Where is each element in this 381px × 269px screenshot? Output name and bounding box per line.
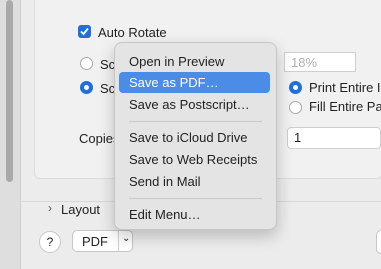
checkmark-icon xyxy=(80,27,89,36)
auto-rotate-checkbox[interactable] xyxy=(78,25,91,38)
menu-item-send-in-mail[interactable]: Send in Mail xyxy=(119,171,270,192)
chevron-down-icon[interactable]: ⌄ xyxy=(122,233,130,244)
fill-entire-radio[interactable] xyxy=(289,101,302,114)
menu-item-save-as-pdf[interactable]: Save as PDF… xyxy=(119,72,270,93)
menu-item-open-in-preview[interactable]: Open in Preview xyxy=(119,51,270,72)
pdf-button-label: PDF xyxy=(82,234,108,249)
scale-percent-field[interactable]: 18% xyxy=(284,52,356,72)
menu-item-save-as-postscript[interactable]: Save as Postscript… xyxy=(119,94,270,115)
menu-divider xyxy=(129,198,262,199)
fill-entire-label: Fill Entire Pa xyxy=(309,99,381,114)
copies-field[interactable]: 1 xyxy=(287,127,381,149)
auto-rotate-label: Auto Rotate xyxy=(98,25,167,40)
layout-disclosure-icon[interactable]: › xyxy=(48,201,52,215)
scrollbar[interactable] xyxy=(6,0,13,182)
scale-radio-2[interactable] xyxy=(80,81,93,94)
scale-option-1-label: Sc xyxy=(100,57,116,72)
menu-item-edit-menu[interactable]: Edit Menu… xyxy=(119,204,270,225)
print-button[interactable] xyxy=(376,230,381,254)
scale-radio-1[interactable] xyxy=(80,57,93,70)
menu-item-save-to-icloud-drive[interactable]: Save to iCloud Drive xyxy=(119,127,270,148)
help-button[interactable]: ? xyxy=(39,231,61,253)
layout-section-label[interactable]: Layout xyxy=(61,202,100,217)
scale-option-2-label: Sc xyxy=(100,81,116,96)
print-entire-radio[interactable] xyxy=(289,81,302,94)
pdf-button-separator xyxy=(118,231,119,251)
sidebar-scroll-area xyxy=(0,0,21,269)
pdf-menu-button[interactable]: PDF ⌄ xyxy=(72,230,133,252)
pdf-dropdown-menu: Open in Preview Save as PDF… Save as Pos… xyxy=(114,42,277,230)
menu-item-save-to-web-receipts[interactable]: Save to Web Receipts xyxy=(119,149,270,170)
menu-divider xyxy=(129,121,262,122)
print-entire-label: Print Entire I xyxy=(309,80,381,95)
